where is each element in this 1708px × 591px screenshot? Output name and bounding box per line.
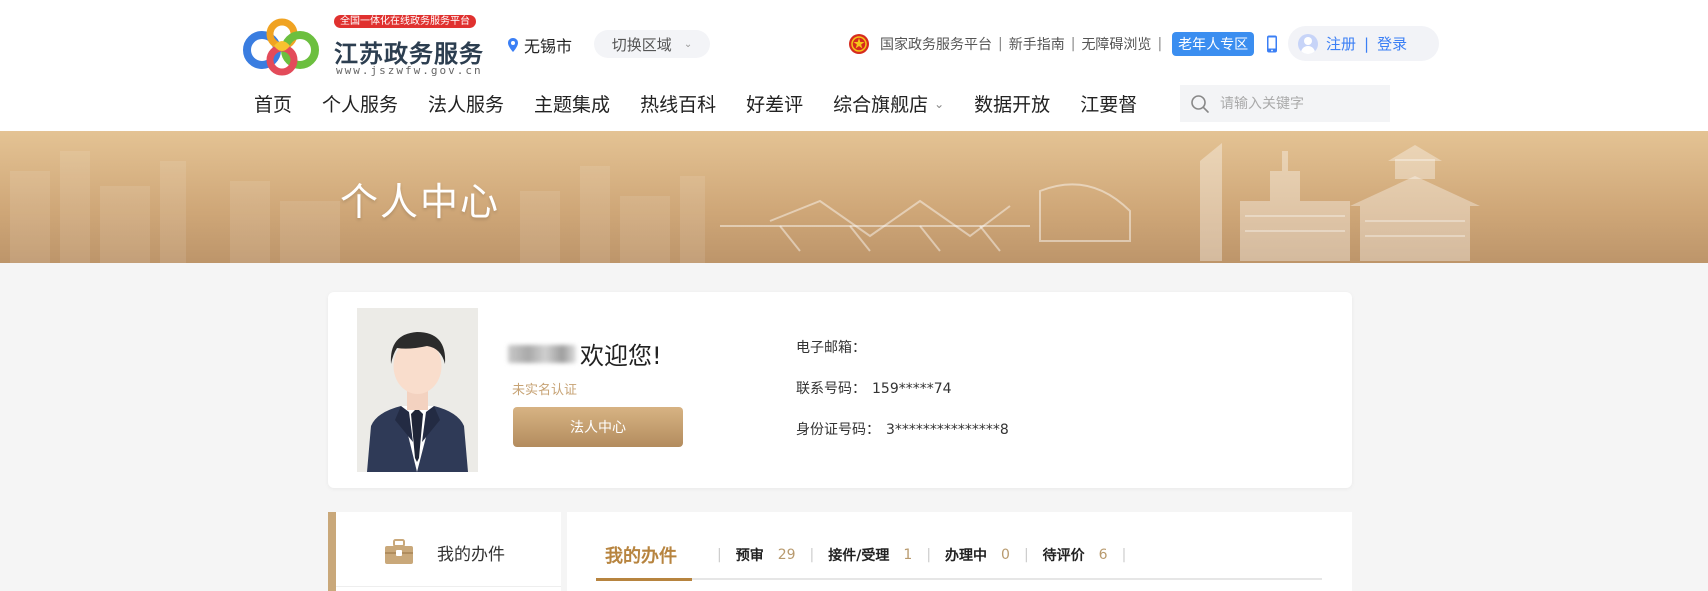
- top-links: 国家政务服务平台 | 新手指南 | 无障碍浏览 | 老年人专区: [848, 32, 1278, 56]
- logo-mark-icon: [243, 18, 319, 76]
- newbie-guide-link[interactable]: 新手指南: [1009, 34, 1065, 54]
- id-label: 身份证号码：: [796, 422, 880, 438]
- separator: |: [998, 36, 1003, 52]
- site-logo[interactable]: 全国一体化在线政务服务平台 江苏政务服务 www.jszwfw.gov.cn: [240, 14, 483, 78]
- id-value: 3***************8: [886, 422, 1009, 438]
- user-avatar-icon: [1298, 33, 1318, 54]
- tab-label: 预审: [735, 548, 764, 564]
- sidebar-item-label: 我的办件: [437, 545, 505, 565]
- location-pin-icon: [508, 38, 518, 52]
- nav-item-hotline[interactable]: 热线百科: [640, 90, 716, 117]
- tab-pre-review[interactable]: | 预审 29: [703, 545, 796, 565]
- nav-item-flagship[interactable]: 综合旗舰店 ⌄: [833, 90, 944, 117]
- separator: |: [1364, 34, 1370, 53]
- status-tabs: 我的办件 | 预审 29 | 接件/受理 1 | 办理中 0 | 待评价 6 |: [595, 542, 1140, 568]
- my-items-panel: 我的办件 | 预审 29 | 接件/受理 1 | 办理中 0 | 待评价 6 |: [567, 512, 1352, 591]
- nav-item-flagship-label: 综合旗舰店: [833, 94, 929, 116]
- chevron-down-icon: ⌄: [934, 96, 945, 111]
- search-box: [1180, 85, 1390, 122]
- tab-count: 1: [903, 547, 913, 563]
- logo-url: www.jszwfw.gov.cn: [336, 64, 483, 77]
- login-link[interactable]: 登录: [1377, 33, 1407, 54]
- tab-count: 29: [777, 547, 796, 563]
- sidebar-item-my-items[interactable]: 我的办件: [328, 512, 561, 591]
- divider: [596, 578, 1322, 580]
- elder-zone-button[interactable]: 老年人专区: [1172, 32, 1255, 56]
- national-platform-link[interactable]: 国家政务服务平台: [880, 34, 992, 54]
- user-auth-pill: 注册 | 登录: [1288, 26, 1439, 61]
- nav-item-open-data[interactable]: 数据开放: [974, 90, 1050, 117]
- register-link[interactable]: 注册: [1326, 33, 1356, 54]
- search-icon[interactable]: [1190, 94, 1210, 114]
- profile-card: 欢迎您! 未实名认证 法人中心 电子邮箱： 联系号码： 159*****74 身份…: [328, 292, 1352, 488]
- page-title: 个人中心: [340, 180, 501, 224]
- legal-center-button[interactable]: 法人中心: [513, 407, 683, 447]
- phone-label: 联系号码：: [796, 381, 866, 397]
- phone-row: 联系号码： 159*****74: [796, 378, 952, 398]
- tab-in-progress[interactable]: | 办理中 0: [912, 545, 1010, 565]
- tab-accepted[interactable]: | 接件/受理 1: [796, 545, 913, 565]
- nav-item-legal-service[interactable]: 法人服务: [428, 90, 504, 117]
- email-label: 电子邮箱：: [796, 340, 866, 356]
- mobile-phone-icon[interactable]: [1266, 35, 1278, 53]
- search-input[interactable]: [1220, 95, 1380, 112]
- tab-count: 0: [1001, 547, 1010, 563]
- nav-item-home[interactable]: 首页: [254, 90, 292, 117]
- tab-pending-review[interactable]: | 待评价 6 |: [1010, 545, 1140, 565]
- avatar: [357, 308, 478, 472]
- site-header: 全国一体化在线政务服务平台 江苏政务服务 www.jszwfw.gov.cn 无…: [0, 0, 1708, 131]
- nav-item-rating[interactable]: 好差评: [746, 90, 803, 117]
- divider: [336, 586, 561, 587]
- logo-tagline: 全国一体化在线政务服务平台: [334, 15, 476, 28]
- realname-status[interactable]: 未实名认证: [512, 379, 577, 398]
- current-city: 无锡市: [524, 37, 573, 56]
- id-row: 身份证号码： 3***************8: [796, 419, 1009, 439]
- email-row: 电子邮箱：: [796, 337, 872, 357]
- main-nav: 首页 个人服务 法人服务 主题集成 热线百科 好差评 综合旗舰店 ⌄ 数据开放 …: [254, 90, 1167, 117]
- tab-my-items[interactable]: 我的办件: [605, 542, 677, 568]
- location: 无锡市: [508, 33, 572, 57]
- tab-label: 接件/受理: [828, 548, 890, 564]
- switch-region-label: 切换区域: [611, 35, 672, 54]
- chevron-down-icon: ⌄: [683, 38, 693, 50]
- welcome-text: 欢迎您!: [580, 342, 662, 370]
- tab-label: 办理中: [945, 548, 988, 564]
- page-banner: 个人中心: [0, 131, 1708, 263]
- switch-region-button[interactable]: 切换区域 ⌄: [594, 30, 710, 58]
- tab-label: 待评价: [1042, 548, 1085, 564]
- nav-item-supervise[interactable]: 江要督: [1080, 90, 1137, 117]
- briefcase-icon: [385, 539, 413, 564]
- separator: |: [1157, 36, 1163, 52]
- national-emblem-icon: [849, 34, 869, 54]
- tab-count: 6: [1098, 547, 1108, 563]
- user-name-blurred: [508, 344, 576, 363]
- nav-item-themes[interactable]: 主题集成: [534, 90, 610, 117]
- active-tab-underline: [596, 578, 692, 581]
- separator: |: [1070, 36, 1076, 52]
- skyline-illustration: [10, 143, 1480, 263]
- welcome-line: 欢迎您!: [508, 336, 662, 371]
- active-indicator: [328, 512, 336, 591]
- phone-value: 159*****74: [872, 381, 952, 397]
- nav-item-personal-service[interactable]: 个人服务: [322, 90, 398, 117]
- accessible-browse-link[interactable]: 无障碍浏览: [1081, 34, 1151, 54]
